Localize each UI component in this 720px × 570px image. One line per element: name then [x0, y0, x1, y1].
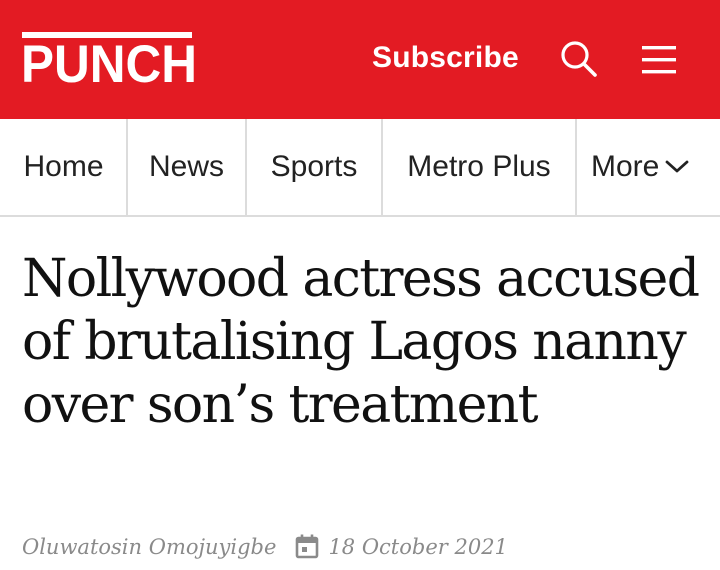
nav-item-more[interactable]: More: [591, 119, 689, 215]
search-icon: [561, 41, 597, 77]
author-name[interactable]: Oluwatosin Omojuyigbe: [22, 530, 276, 564]
publish-date: 18 October 2021: [328, 535, 508, 559]
nav-item-news[interactable]: News: [128, 119, 245, 215]
subscribe-button[interactable]: Subscribe: [372, 38, 519, 78]
search-button[interactable]: [558, 38, 600, 80]
hamburger-menu-icon: [642, 46, 676, 74]
nav-divider: [575, 119, 577, 215]
chevron-down-icon: [665, 160, 689, 173]
nav-more-label: More: [591, 150, 660, 183]
site-header: PUNCH Subscribe: [0, 0, 720, 119]
main-nav: Home News Sports Metro Plus More: [0, 119, 720, 217]
calendar-icon: [296, 534, 319, 559]
menu-button[interactable]: [640, 42, 680, 78]
article-headline: Nollywood actress accused of brutalising…: [22, 249, 700, 435]
article-byline: Oluwatosin Omojuyigbe 18 October 2021: [22, 530, 508, 564]
nav-item-metro-plus[interactable]: Metro Plus: [383, 119, 575, 215]
punch-logo[interactable]: PUNCH: [22, 32, 198, 84]
nav-item-home[interactable]: Home: [0, 119, 127, 215]
brand-wordmark: PUNCH: [22, 35, 197, 84]
nav-item-sports[interactable]: Sports: [247, 119, 381, 215]
